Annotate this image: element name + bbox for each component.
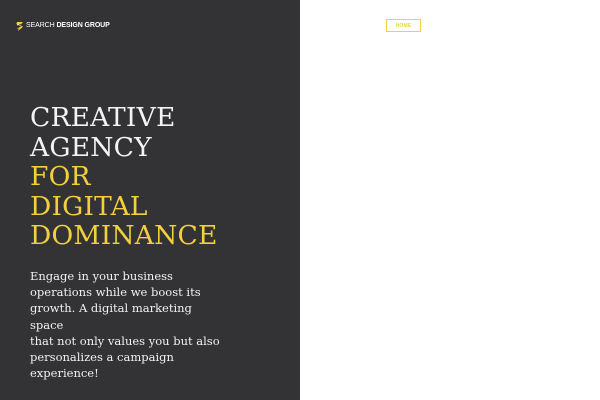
yellow-lightning-s-icon xyxy=(16,21,23,31)
logo-design-group-words: DESIGN GROUP xyxy=(56,22,110,29)
home-page: SEARCH DESIGN GROUP CREATIVE AGENCY FOR … xyxy=(0,0,600,400)
hero-heading-line-for: FOR xyxy=(30,161,91,192)
site-logo-text: SEARCH DESIGN GROUP xyxy=(26,21,110,31)
hero-heading-line-agency: AGENCY xyxy=(30,131,152,163)
hero-description: Engage in your business operations while… xyxy=(30,269,220,381)
site-logo-link[interactable]: SEARCH DESIGN GROUP xyxy=(16,21,110,31)
white-content-panel xyxy=(300,0,600,400)
logo-search-word: SEARCH xyxy=(26,22,55,29)
home-nav-button[interactable]: HOME xyxy=(386,19,421,32)
hero-heading-line-creative: CREATIVE xyxy=(30,102,176,133)
hero-heading-line-dominance: DOMINANCE xyxy=(30,220,218,251)
hero-heading: CREATIVE AGENCY FOR DIGITAL DOMINANCE xyxy=(30,103,218,251)
dark-hero-panel: SEARCH DESIGN GROUP CREATIVE AGENCY FOR … xyxy=(0,0,300,400)
hero-heading-line-digital: DIGITAL xyxy=(30,190,148,222)
